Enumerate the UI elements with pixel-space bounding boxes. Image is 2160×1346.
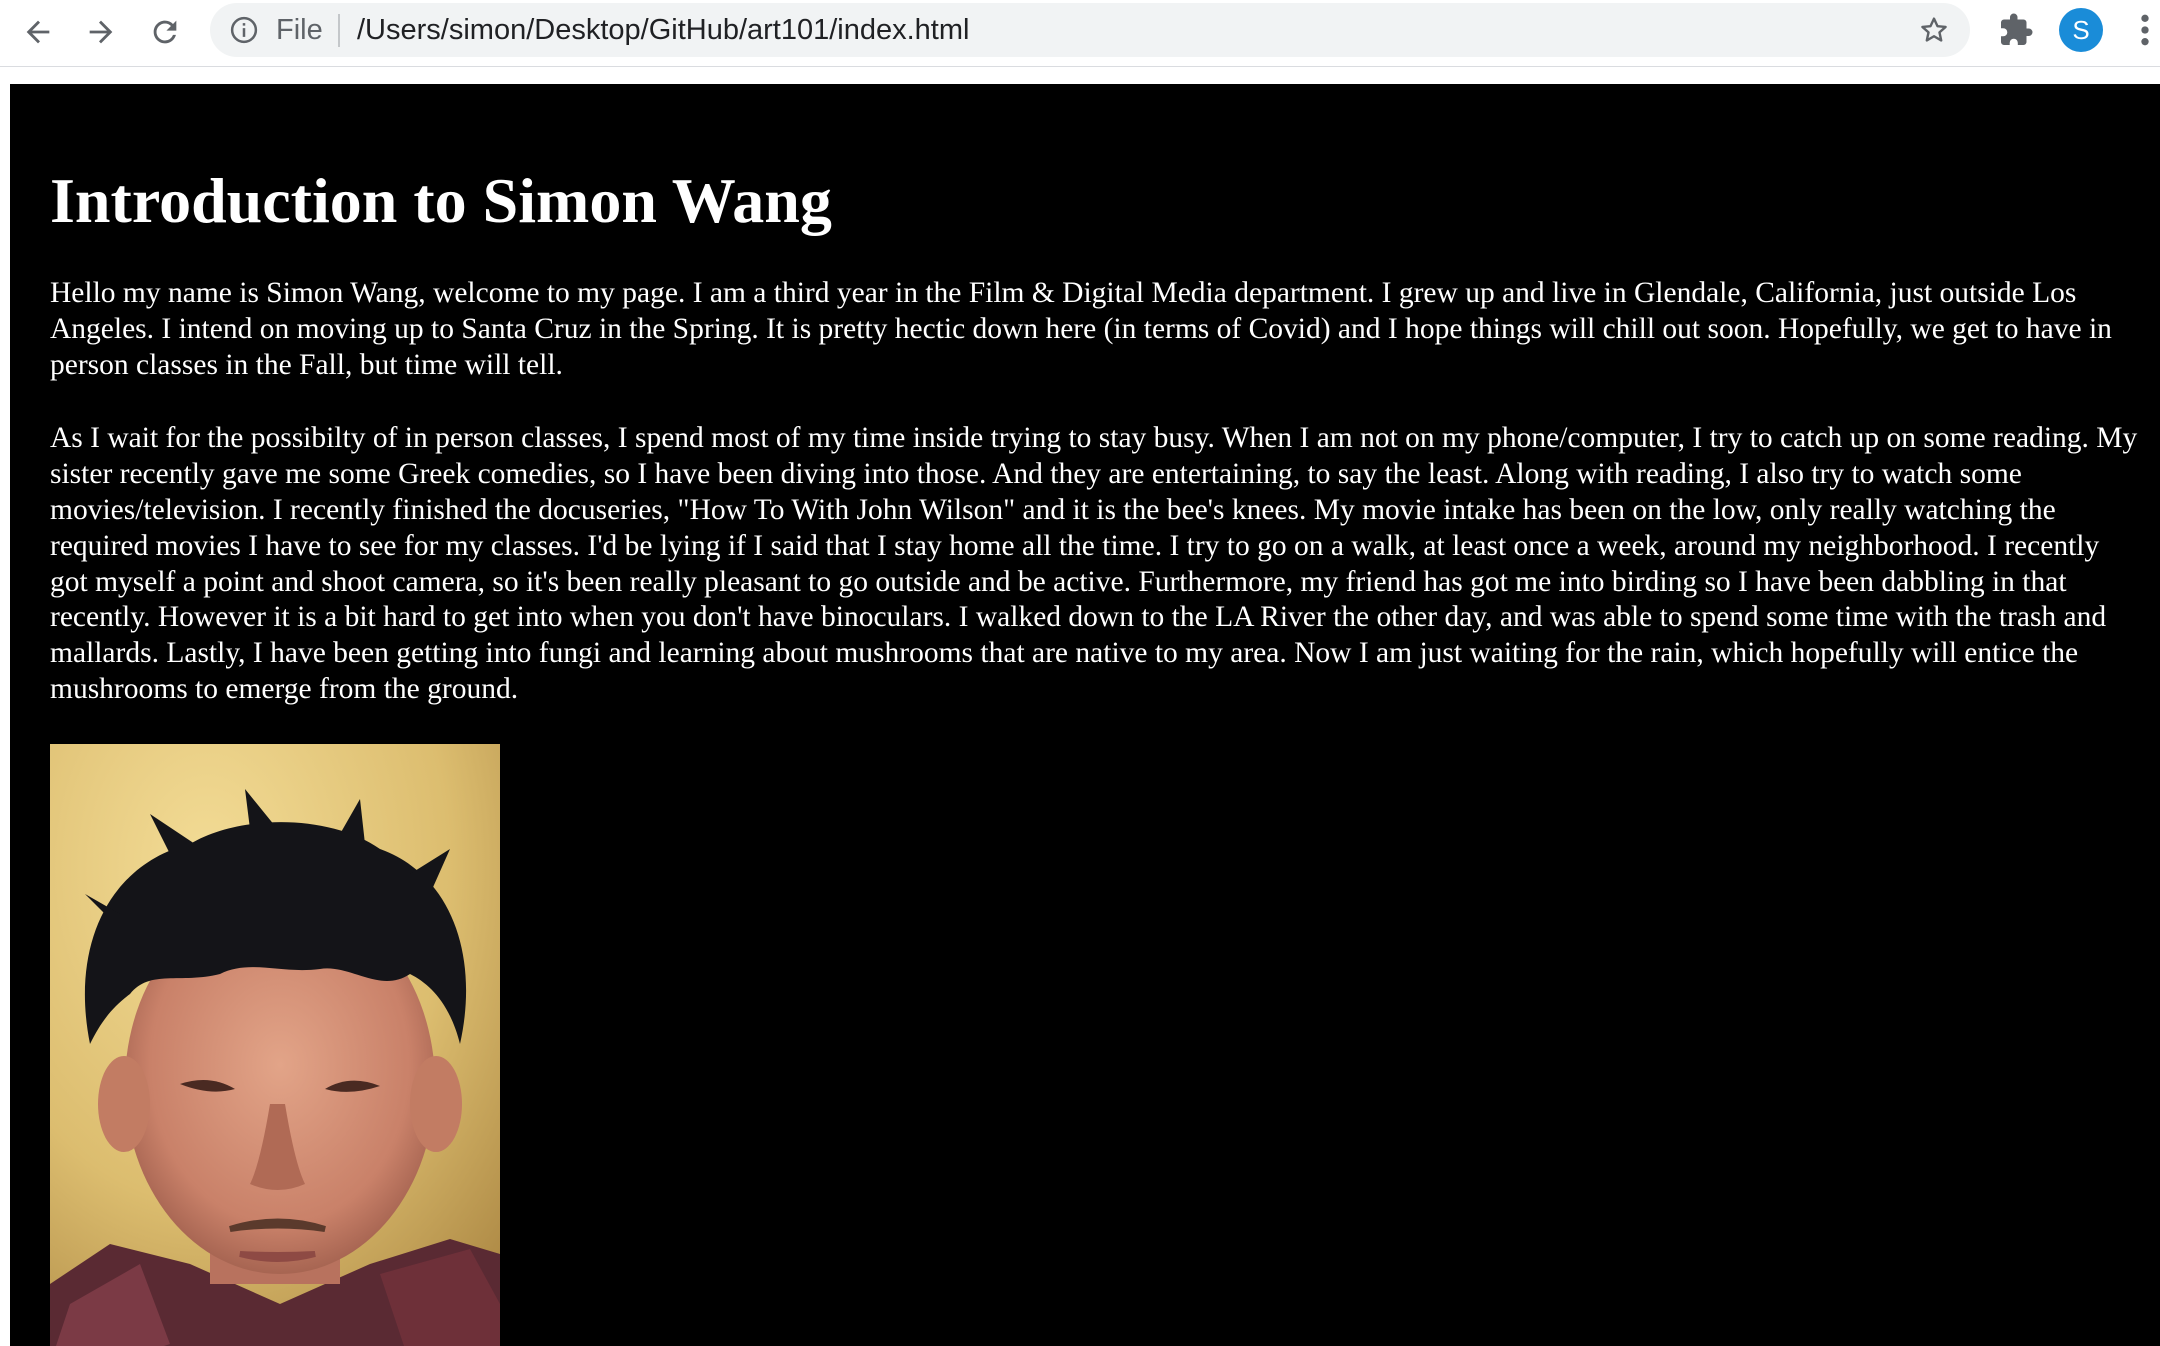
reload-button[interactable] [143, 10, 187, 54]
info-icon[interactable] [229, 15, 259, 45]
portrait-photo [50, 744, 500, 1346]
reload-icon [153, 20, 177, 44]
star-icon[interactable] [1918, 14, 1950, 46]
page-content: Introduction to Simon Wang Hello my name… [50, 84, 2140, 708]
forward-button[interactable] [79, 10, 123, 54]
address-bar[interactable]: File /Users/simon/Desktop/GitHub/art101/… [210, 3, 1970, 57]
profile-avatar[interactable]: S [2059, 8, 2103, 52]
back-button[interactable] [16, 10, 60, 54]
page-viewport: Introduction to Simon Wang Hello my name… [10, 84, 2160, 1346]
omnibox-divider [338, 14, 340, 47]
portrait-illustration [50, 744, 500, 1346]
intro-paragraph: Hello my name is Simon Wang, welcome to … [50, 277, 2112, 381]
scheme-label: File [276, 14, 323, 46]
kebab-menu-icon[interactable] [2130, 10, 2160, 50]
browser-toolbar: File /Users/simon/Desktop/GitHub/art101/… [0, 0, 2160, 67]
hobbies-paragraph: As I wait for the possibilty of in perso… [50, 422, 2138, 705]
puzzle-icon[interactable] [1998, 12, 2034, 48]
page-title: Introduction to Simon Wang [50, 165, 832, 236]
back-arrow-icon [26, 20, 50, 44]
url-text[interactable]: /Users/simon/Desktop/GitHub/art101/index… [357, 15, 969, 45]
forward-arrow-icon [89, 20, 113, 44]
